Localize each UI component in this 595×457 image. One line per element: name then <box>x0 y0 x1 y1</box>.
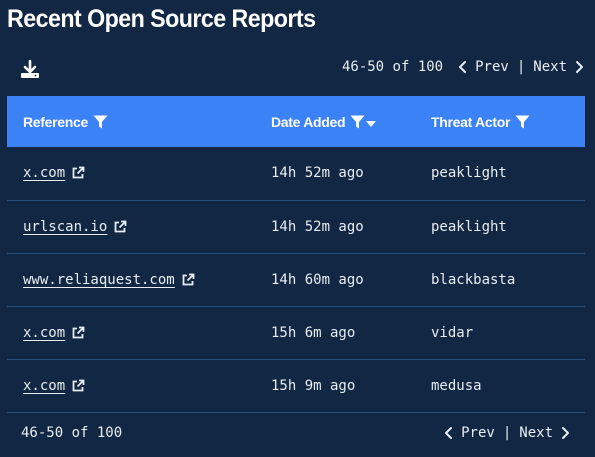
chevron-right-icon <box>576 61 583 73</box>
reference-filter-toggle[interactable]: Reference <box>23 114 108 130</box>
column-header-threat-actor: Threat Actor <box>431 96 585 147</box>
reports-table: Reference Date Added Threat Actor x.com … <box>7 96 585 413</box>
reference-link-text: www.reliaquest.com <box>23 271 175 288</box>
filter-icon <box>93 115 108 128</box>
next-label: Next <box>533 59 567 75</box>
reference-header-label: Reference <box>23 113 89 130</box>
bottom-pagination: 46-50 of 100 Prev | Next <box>21 422 571 444</box>
reference-link[interactable]: x.com <box>23 378 85 394</box>
pagination-separator: | <box>516 59 526 75</box>
threat-actor-header-label: Threat Actor <box>431 113 511 130</box>
reference-link[interactable]: www.reliaquest.com <box>23 272 195 288</box>
threat-actor-cell: peaklight <box>431 165 507 182</box>
date-added-filter-toggle[interactable]: Date Added <box>271 113 377 130</box>
threat-actor-cell: peaklight <box>431 218 507 235</box>
next-button[interactable]: Next <box>519 425 571 441</box>
reference-link[interactable]: urlscan.io <box>23 219 127 235</box>
prev-label: Prev <box>461 425 495 441</box>
table-row: www.reliaquest.com 14h 60m ago blackbast… <box>7 253 585 306</box>
filter-icon <box>350 115 365 128</box>
chevron-right-icon <box>562 427 569 439</box>
date-added-cell: 14h 60m ago <box>271 271 364 288</box>
date-added-cell: 14h 52m ago <box>271 165 364 182</box>
pagination-range: 46-50 of 100 <box>21 425 123 441</box>
reference-link-text: urlscan.io <box>23 218 108 235</box>
external-link-icon <box>72 166 85 179</box>
column-header-date-added: Date Added <box>271 96 431 147</box>
filter-icon <box>515 115 530 128</box>
reference-cell: x.com <box>7 306 271 359</box>
prev-button[interactable]: Prev <box>457 59 509 75</box>
table-row: x.com 14h 52m ago peaklight <box>7 147 585 200</box>
column-header-reference: Reference <box>7 96 271 147</box>
threat-actor-cell: blackbasta <box>431 271 516 288</box>
table-row: x.com 15h 9m ago medusa <box>7 359 585 412</box>
threat-actor-filter-toggle[interactable]: Threat Actor <box>431 114 530 130</box>
external-link-icon <box>72 326 85 338</box>
date-added-cell: 15h 6m ago <box>271 324 356 341</box>
prev-button[interactable]: Prev <box>443 425 495 441</box>
pagination-separator: | <box>502 425 512 441</box>
reference-link-text: x.com <box>23 324 66 341</box>
reference-cell: x.com <box>7 147 271 200</box>
next-button[interactable]: Next <box>533 59 585 75</box>
table-header-row: Reference Date Added Threat Actor <box>7 96 585 147</box>
pagination-nav: Prev | Next <box>443 425 571 441</box>
toolbar: 46-50 of 100 Prev | Next <box>7 56 585 82</box>
date-added-header-label: Date Added <box>271 113 346 130</box>
sort-desc-icon[interactable] <box>366 120 377 128</box>
pagination-range: 46-50 of 100 <box>341 59 444 75</box>
reference-link-text: x.com <box>23 165 66 182</box>
table-row: x.com 15h 6m ago vidar <box>7 306 585 359</box>
table-row: urlscan.io 14h 52m ago peaklight <box>7 200 585 253</box>
reference-link[interactable]: x.com <box>23 325 85 341</box>
external-link-icon <box>182 273 195 285</box>
external-link-icon <box>72 379 85 391</box>
reference-cell: x.com <box>7 359 271 412</box>
threat-actor-cell: vidar <box>431 324 474 341</box>
prev-label: Prev <box>475 59 509 75</box>
chevron-left-icon <box>445 427 453 439</box>
top-pagination: 46-50 of 100 Prev | Next <box>342 56 585 78</box>
threat-actor-cell: medusa <box>431 377 482 394</box>
download-icon[interactable] <box>19 59 41 81</box>
external-link-icon <box>114 220 127 232</box>
reference-link[interactable]: x.com <box>23 165 85 181</box>
reference-link-text: x.com <box>23 377 66 394</box>
date-added-cell: 15h 9m ago <box>271 377 356 394</box>
chevron-left-icon <box>459 61 467 73</box>
reference-cell: www.reliaquest.com <box>7 253 271 306</box>
reference-cell: urlscan.io <box>7 200 271 253</box>
page-title: Recent Open Source Reports <box>7 5 316 33</box>
date-added-cell: 14h 52m ago <box>271 218 364 235</box>
next-label: Next <box>519 425 553 441</box>
